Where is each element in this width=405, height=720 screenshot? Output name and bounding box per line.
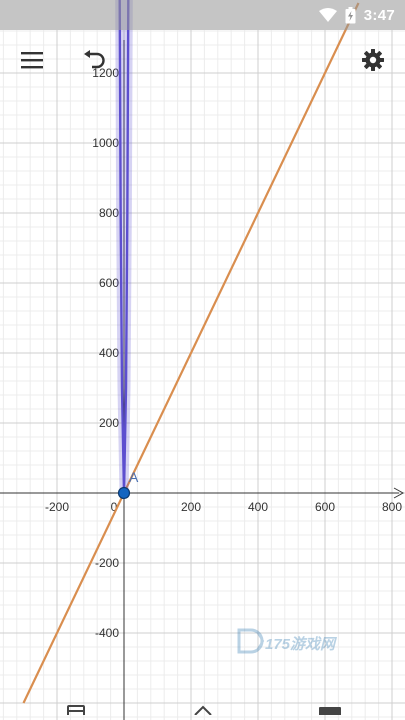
battery-icon (345, 6, 356, 24)
menu-icon (21, 51, 43, 74)
x-tick-label: -200 (45, 500, 69, 514)
undo-button[interactable] (74, 42, 114, 82)
x-tick-label: 200 (181, 500, 201, 514)
point-a[interactable] (117, 486, 131, 500)
y-tick-label: 600 (99, 276, 119, 290)
y-tick-label: -200 (95, 556, 119, 570)
settings-button[interactable] (353, 42, 393, 82)
y-tick-label: 400 (99, 346, 119, 360)
menu-button[interactable] (12, 42, 52, 82)
algebra-icon[interactable] (67, 702, 85, 720)
clock-time: 3:47 (363, 6, 395, 24)
graph-canvas[interactable]: -200 0 200 400 600 800 12001000800600400200-2… (0, 0, 405, 720)
watermark: 175游戏网 (237, 628, 335, 658)
watermark-logo-icon (237, 628, 265, 658)
y-tick-label: 200 (99, 416, 119, 430)
bottom-toolbar (0, 705, 405, 720)
wifi-icon (318, 8, 337, 22)
tools-icon[interactable] (193, 702, 213, 720)
watermark-text: 175游戏网 (265, 635, 336, 653)
table-icon[interactable] (318, 702, 342, 720)
point-a-label: A (129, 469, 139, 485)
undo-icon (82, 49, 106, 75)
x-tick-label: 400 (248, 500, 268, 514)
axes (0, 40, 405, 720)
major-grid (0, 30, 405, 720)
x-tick-label: 800 (382, 500, 402, 514)
y-tick-label: -400 (95, 626, 119, 640)
status-bar: 3:47 (0, 0, 405, 30)
minor-grid (0, 30, 405, 720)
gear-icon (361, 48, 385, 77)
y-tick-label: 1000 (92, 136, 119, 150)
x-tick-label: 600 (315, 500, 335, 514)
